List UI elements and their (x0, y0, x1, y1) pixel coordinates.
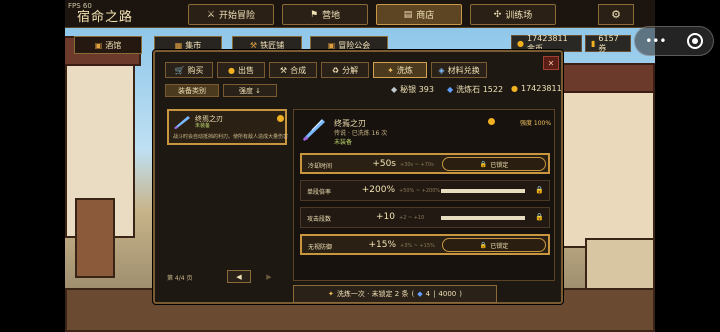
game-title: 宿命之路 (77, 10, 134, 25)
lock-toggle-button[interactable]: 🔒 已锁定 (442, 238, 546, 252)
mug-icon: ▣ (94, 40, 103, 50)
selected-dot-icon (277, 115, 284, 122)
guild-icon: ▣ (327, 40, 336, 50)
tab-refine[interactable]: ✦ 洗炼 (373, 62, 427, 78)
tab-sell[interactable]: ● 出售 (217, 62, 265, 78)
washstone-count: ◆ 洗炼石 1522 (447, 85, 504, 94)
lock-icon: 🔒 (479, 241, 488, 249)
swords-icon: ⚔ (206, 9, 216, 20)
hammer-icon: ⚒ (279, 65, 288, 75)
sparkle-icon: ✦ (328, 290, 334, 298)
blade-icon (174, 116, 190, 129)
lock-toggle-button[interactable]: 🔒 已锁定 (442, 157, 546, 171)
page-indicator: 第 4/4 页 (167, 275, 193, 282)
next-page-button[interactable]: ▶ (263, 270, 275, 283)
washstone-icon: ◆ (417, 290, 423, 298)
gold-coin-icon: ● (517, 39, 524, 48)
blade-icon (303, 119, 325, 141)
gold-count: ● 17423811 (511, 84, 562, 93)
subnav-tavern[interactable]: ▣ 酒馆 (74, 36, 142, 54)
sparkle-icon: ✦ (387, 65, 394, 75)
close-circle-icon[interactable] (686, 33, 703, 49)
cart-icon: 🛒 (174, 65, 185, 75)
tab-craft[interactable]: ⚒ 合成 (269, 62, 317, 78)
refine-stone-count: 4 (425, 290, 431, 298)
shop-icon: ▤ (403, 9, 413, 20)
chevron-left-icon: ◀ (236, 272, 242, 281)
more-icon[interactable]: ••• (645, 34, 666, 48)
item-equip-status: 未装备 (195, 123, 211, 129)
roll-bar (441, 189, 525, 193)
shop-dialog: 🛒 购买 ● 出售 ⚒ 合成 ♻ 分解 ✦ 洗炼 ◈ 材料兑换 ✕ 装备类别 强度 ↓ ◆ 秘… (153, 50, 563, 304)
attribute-row-cooldown: 冷却时间 +50s +30s ~ +70s 🔒 已锁定 (300, 153, 550, 174)
attribute-row-hits: 攻击段数 +10 +2 ~ +10 🔒 (300, 207, 550, 228)
filter-category[interactable]: 装备类别 (165, 84, 219, 97)
roll-bar (441, 216, 525, 220)
recycle-icon: ♻ (331, 65, 340, 75)
tab-disassemble[interactable]: ♻ 分解 (321, 62, 369, 78)
chevron-right-icon: ▶ (266, 272, 272, 281)
anvil-icon: ⚒ (249, 40, 258, 50)
silver-count: ◆ 秘银 393 (391, 85, 434, 94)
close-icon: ✕ (547, 58, 555, 68)
nav-training[interactable]: ✣ 训练场 (470, 4, 556, 25)
nav-start-adventure[interactable]: ⚔ 开始冒险 (188, 4, 274, 25)
refine-button[interactable]: ✦ 洗炼一次 · 未锁定 2 条 ( ◆ 4 | 4000 ) (293, 285, 497, 303)
target-icon: ✣ (493, 9, 502, 20)
attribute-row-multiplier: 单段倍率 +200% +50% ~ +200% 🔒 (300, 180, 550, 201)
nav-camp[interactable]: ⚑ 营地 (282, 4, 368, 25)
settings-button[interactable]: ⚙ (598, 4, 634, 25)
quality-label: 强度 100% (520, 120, 552, 127)
item-card[interactable]: 终焉之刃 未装备 战斗时会自动抵挡的利刃。使所有敌人造成大量伤害 (167, 109, 289, 145)
flag-icon: ⚑ (309, 9, 319, 20)
miniprogram-capsule: ••• (634, 26, 714, 56)
washstone-icon: ◆ (447, 85, 454, 94)
detail-equip-status: 未装备 (334, 139, 353, 146)
exchange-icon: ◈ (438, 65, 445, 75)
tab-buy[interactable]: 🛒 购买 (165, 62, 213, 78)
game-screen: FPS 60 宿命之路 ⚔ 开始冒险 ⚑ 营地 ▤ 商店 ✣ 训练场 ⚙ ▣ 酒馆 ▦ 集市… (0, 0, 720, 332)
stall-icon: ▦ (174, 40, 183, 50)
attribute-row-ignore-defense: 无视防御 +15% +3% ~ +15% 🔒 已锁定 (300, 234, 550, 255)
lock-icon: 🔒 (479, 160, 488, 168)
gear-icon: ⚙ (611, 8, 621, 21)
coins-icon: ● (228, 65, 235, 75)
close-button[interactable]: ✕ (543, 56, 559, 70)
silver-icon: ◆ (391, 85, 398, 94)
refine-cost: 4000 (438, 290, 457, 298)
detail-item-rarity: 传说 · 已洗炼 16 次 (334, 130, 388, 137)
gold-coin-icon: ● (511, 84, 518, 93)
letterbox-left (0, 0, 65, 332)
nav-shop[interactable]: ▤ 商店 (376, 4, 462, 25)
tab-material-exchange[interactable]: ◈ 材料兑换 (431, 62, 487, 78)
unlock-icon[interactable]: 🔒 (535, 186, 544, 194)
item-description: 战斗时会自动抵挡的利刃。使所有敌人造成大量伤害 (173, 134, 289, 140)
ticket-display: ▮ 6157 券 (585, 34, 631, 53)
unlock-icon[interactable]: 🔒 (535, 213, 544, 221)
item-detail-panel: 终焉之刃 传说 · 已洗炼 16 次 未装备 强度 100% 冷却时间 +50s… (293, 109, 555, 281)
filter-strength-sort[interactable]: 强度 ↓ (223, 84, 277, 97)
ticket-icon: ▮ (591, 39, 596, 48)
status-dot-icon (488, 118, 495, 125)
prev-page-button[interactable]: ◀ (227, 270, 251, 283)
